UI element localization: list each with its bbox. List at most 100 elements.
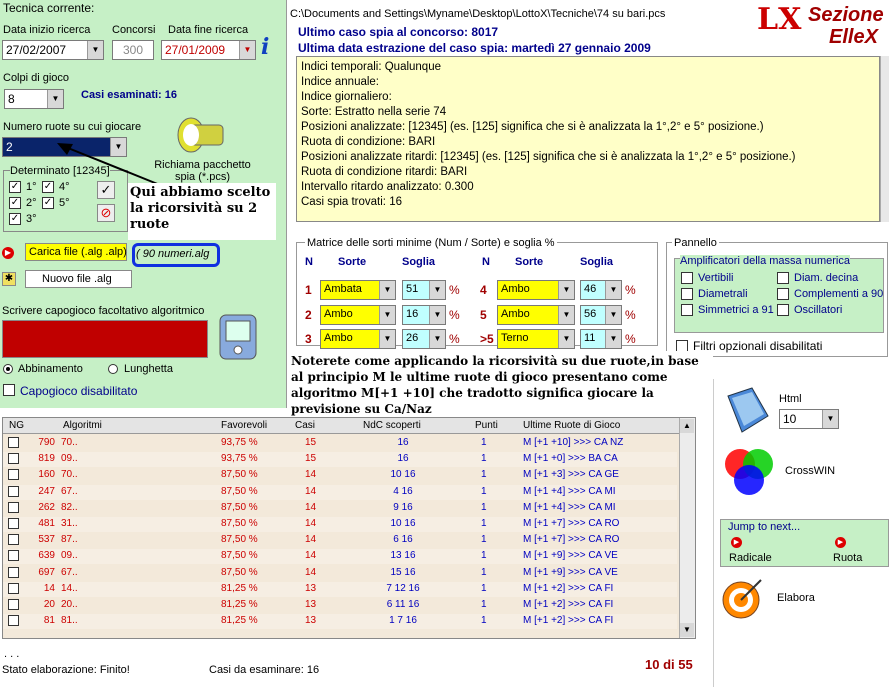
table-row[interactable]: 160 70.. 87,50 % 14 10 16 1 M [+1 +3] >>> CA G… [3, 468, 677, 483]
row-checkbox[interactable] [8, 501, 19, 513]
matrice-n2: >5 [480, 332, 494, 346]
matrice-soglia2-select[interactable]: 46 ▼ [580, 280, 622, 300]
date-start-select[interactable]: 27/02/2007 ▼ [2, 40, 104, 60]
matrice-soglia-select[interactable]: 26 ▼ [402, 329, 446, 349]
row-checkbox[interactable] [8, 469, 19, 481]
elabora-label[interactable]: Elabora [777, 592, 815, 604]
table-row[interactable]: 20 20.. 81,25 % 13 6 11 16 1 M [+1 +2] >>> CA … [3, 598, 677, 613]
cell-ndc: 10 16 [390, 518, 416, 529]
table-row[interactable]: 262 82.. 87,50 % 14 9 16 1 M [+1 +4] >>> CA MI [3, 501, 677, 516]
matrice-sorte2-select[interactable]: Ambo ▼ [497, 305, 575, 325]
check-3[interactable]: ✓ [9, 213, 21, 225]
row-checkbox[interactable] [8, 485, 19, 497]
header-ndc[interactable]: NdC scoperti [363, 420, 421, 431]
flashlight-icon[interactable] [176, 112, 232, 158]
row-checkbox[interactable] [8, 534, 19, 546]
complementi-checkbox[interactable] [777, 288, 789, 300]
check-4[interactable]: ✓ [42, 181, 54, 193]
header-punti[interactable]: Punti [475, 420, 498, 431]
matrice-sorte2-select[interactable]: Ambo ▼ [497, 280, 575, 300]
row-checkbox[interactable] [8, 582, 19, 594]
capogioco-checkbox[interactable] [3, 384, 15, 396]
matrice-soglia2-select[interactable]: 56 ▼ [580, 305, 622, 325]
header-favorevoli[interactable]: Favorevoli [221, 420, 267, 431]
row-checkbox[interactable] [8, 437, 19, 448]
diam-decina-checkbox[interactable] [777, 272, 789, 284]
html-book-icon[interactable] [722, 386, 772, 436]
star-icon[interactable]: ✱ [2, 272, 16, 286]
matrice-sorte-select[interactable]: Ambata ▼ [320, 280, 396, 300]
header-ng[interactable]: NG [9, 420, 24, 431]
target-icon[interactable] [719, 576, 767, 622]
capogioco-input[interactable] [2, 320, 208, 358]
scroll-down-icon[interactable]: ▼ [680, 623, 694, 637]
row-checkbox[interactable] [8, 550, 19, 562]
table-row[interactable]: 247 67.. 87,50 % 14 4 16 1 M [+1 +4] >>> CA MI [3, 484, 677, 500]
table-row[interactable]: 481 31.. 87,50 % 14 10 16 1 M [+1 +7] >>> CA R… [3, 517, 677, 532]
cell-ruote: M [+1 +2] >>> CA FI [523, 615, 614, 627]
matrice-sorte2-select[interactable]: Terno ▼ [497, 329, 575, 349]
ruota-icon[interactable]: ▶ [835, 537, 846, 548]
header-ruote[interactable]: Ultime Ruote di Gioco [523, 420, 620, 431]
html-select[interactable]: 10 ▼ [779, 409, 839, 429]
info-line: Posizioni analizzate ritardi: [12345] (e… [301, 151, 796, 163]
crosswin-icon[interactable] [720, 444, 780, 500]
table-row[interactable]: 81 81.. 81,25 % 13 1 7 16 1 M [+1 +2] >>> CA F… [3, 614, 677, 630]
matrice-sorte-select[interactable]: Ambo ▼ [320, 305, 396, 325]
row-checkbox[interactable] [8, 518, 19, 529]
abbinamento-radio[interactable] [3, 364, 13, 374]
oscillatori-checkbox[interactable] [777, 304, 789, 316]
cell-favorevoli: 81,25 % [221, 615, 258, 627]
table-scrollbar[interactable] [679, 418, 695, 638]
row-checkbox[interactable] [8, 615, 19, 627]
scrivere-label: Scrivere capogioco facoltativo algoritmi… [2, 305, 205, 317]
table-row[interactable]: 537 87.. 87,50 % 14 6 16 1 M [+1 +7] >>> CA RO [3, 533, 677, 548]
colpi-select[interactable]: 8 ▼ [4, 89, 64, 109]
cell-favorevoli: 81,25 % [221, 599, 258, 610]
cell-algoritmo: 09.. [61, 453, 78, 465]
header-algoritmi[interactable]: Algoritmi [63, 420, 102, 431]
table-row[interactable]: 639 09.. 87,50 % 14 13 16 1 M [+1 +9] >>> CA V… [3, 549, 677, 565]
radicale-icon[interactable]: ▶ [731, 537, 742, 548]
chevron-down-icon: ▼ [379, 281, 395, 299]
matrice-soglia-select[interactable]: 16 ▼ [402, 305, 446, 325]
carica-button[interactable]: Carica file (.alg .alp) [25, 243, 127, 261]
simmetrici-checkbox[interactable] [681, 304, 693, 316]
scroll-up-icon[interactable]: ▲ [680, 419, 694, 433]
radicale-label[interactable]: Radicale [729, 552, 772, 564]
play-icon[interactable]: ▶ [2, 247, 14, 259]
table-row[interactable]: 819 09.. 93,75 % 15 16 1 M [+1 +0] >>> BA CA [3, 452, 677, 468]
no-icon[interactable]: ⊘ [97, 204, 115, 222]
colpi-label: Colpi di gioco [3, 72, 70, 84]
abbinamento-label: Abbinamento [18, 363, 83, 375]
row-checkbox[interactable] [8, 566, 19, 578]
vertibili-checkbox[interactable] [681, 272, 693, 284]
matrice-sorte-select[interactable]: Ambo ▼ [320, 329, 396, 349]
check-1[interactable]: ✓ [9, 181, 21, 193]
nuovo-button[interactable]: Nuovo file .alg [25, 270, 132, 288]
row-checkbox[interactable] [8, 453, 19, 465]
check-2[interactable]: ✓ [9, 197, 21, 209]
cell-casi: 14 [305, 469, 317, 481]
date-end-select[interactable]: 27/01/2009 ▼ [161, 40, 256, 60]
ruota-label[interactable]: Ruota [833, 552, 862, 564]
info-scrollbar[interactable] [880, 56, 889, 222]
lunghetta-radio[interactable] [108, 364, 118, 374]
matrice-soglia-select[interactable]: 51 ▼ [402, 280, 446, 300]
table-row[interactable]: 697 67.. 87,50 % 14 15 16 1 M [+1 +9] >>> CA V… [3, 566, 677, 581]
matrice-soglia2-select[interactable]: 11 ▼ [580, 329, 622, 349]
check-5[interactable]: ✓ [42, 197, 54, 209]
cell-casi: 14 [305, 534, 317, 546]
crosswin-label[interactable]: CrossWIN [785, 465, 835, 477]
row-checkbox[interactable] [8, 599, 19, 610]
table-row[interactable]: 14 14.. 81,25 % 13 7 12 16 1 M [+1 +2] >>> CA … [3, 581, 677, 597]
diametrali-checkbox[interactable] [681, 288, 693, 300]
casi-esaminati: Casi esaminati: 16 [81, 89, 177, 101]
info-icon[interactable]: i [261, 34, 269, 60]
cell-ng: 14 [43, 582, 55, 594]
richiama-label[interactable]: Richiama pacchetto spia (*.pcs) [150, 159, 255, 183]
header-casi[interactable]: Casi [295, 420, 315, 431]
concorsi-input[interactable]: 300 [112, 40, 154, 60]
table-row[interactable]: 790 70.. 93,75 % 15 16 1 M [+1 +10] >>> CA NZ [3, 436, 677, 451]
matrice-n2: 4 [480, 283, 487, 297]
